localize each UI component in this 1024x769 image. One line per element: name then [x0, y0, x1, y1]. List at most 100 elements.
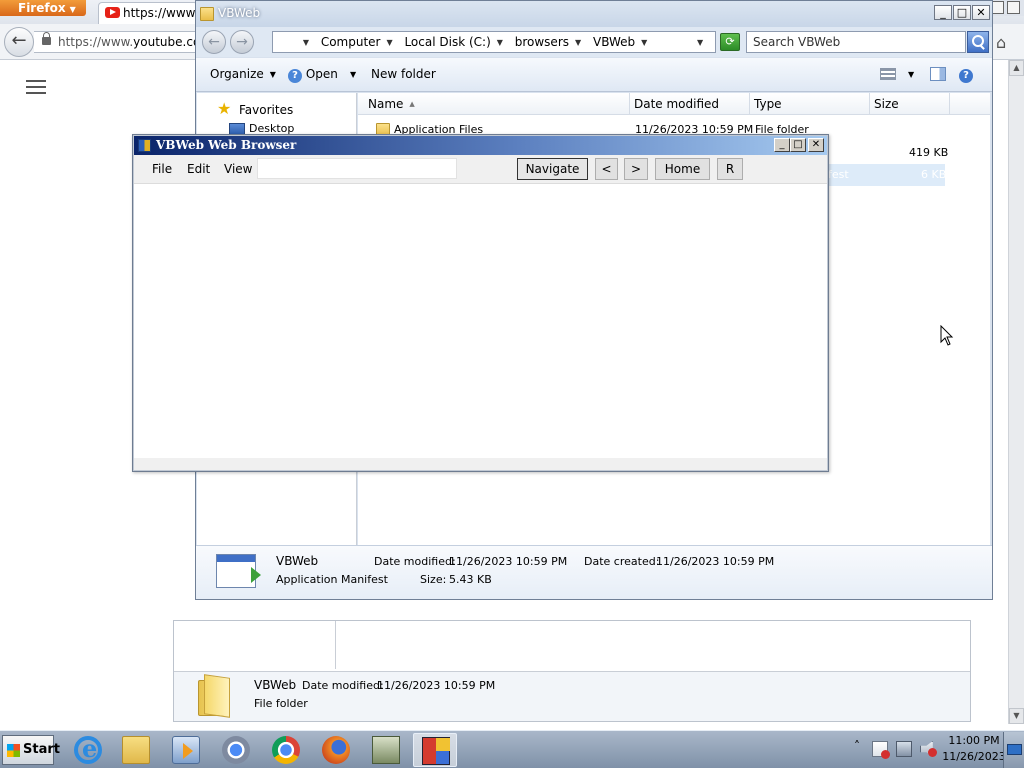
chevron-down-icon[interactable]: ▼	[641, 38, 647, 47]
views-icon[interactable]	[880, 68, 896, 80]
chevron-down-icon: ▼	[908, 70, 915, 79]
details-pane: VBWeb Date modified: 11/26/2023 10:59 PM…	[174, 671, 970, 721]
back-button[interactable]: <	[595, 158, 618, 180]
hamburger-menu-icon[interactable]	[26, 80, 46, 94]
command-bar: Organize ▼ ? Open ▼ New folder ▼ ?	[196, 58, 992, 92]
forward-button[interactable]: >	[624, 158, 648, 180]
chevron-up-icon[interactable]: ˄	[854, 739, 870, 755]
chevron-down-icon[interactable]: ▼	[497, 38, 503, 47]
column-header-size[interactable]: Size	[870, 93, 950, 115]
maximize-button[interactable]: □	[790, 138, 806, 152]
open-button[interactable]: ? Open	[288, 67, 338, 83]
close-button[interactable]: ✕	[972, 5, 990, 20]
chevron-down-icon: ▼	[350, 70, 357, 79]
firefox-icon	[322, 736, 350, 764]
new-folder-button[interactable]: New folder	[371, 67, 436, 81]
chevron-down-icon[interactable]: ▼	[575, 38, 581, 47]
taskbar-app-internet-explorer[interactable]	[66, 733, 110, 767]
folder-icon	[122, 736, 150, 764]
forward-button[interactable]: →	[230, 30, 254, 54]
details-name: VBWeb	[254, 678, 297, 692]
home-icon[interactable]: ⌂	[996, 33, 1006, 52]
back-button[interactable]: ←	[202, 30, 226, 54]
clock-date: 11/26/2023	[942, 750, 1006, 763]
minimize-button[interactable]: _	[774, 138, 790, 152]
menu-edit[interactable]: Edit	[187, 162, 210, 176]
breadcrumb-browsers[interactable]: browsers	[515, 35, 569, 49]
taskbar-app-windows-explorer[interactable]	[114, 733, 158, 767]
preview-pane-icon[interactable]	[930, 67, 946, 81]
vbweb-titlebar: VBWeb Web Browser _ □ ✕	[134, 136, 827, 155]
start-button[interactable]: Start	[2, 735, 60, 765]
taskbar-app-network-monitor[interactable]	[364, 733, 408, 767]
folder-icon	[198, 674, 232, 718]
firefox-menu-button[interactable]: Firefox ▼	[0, 0, 86, 16]
firefox-window-controls[interactable]	[990, 0, 1024, 16]
chevron-down-icon[interactable]: ▼	[303, 38, 309, 47]
search-input[interactable]: Search VBWeb	[746, 31, 966, 53]
show-desktop-button[interactable]	[1003, 732, 1024, 768]
chrome-icon	[272, 736, 300, 764]
chevron-down-icon[interactable]: ▼	[386, 38, 392, 47]
column-header-size-label: Size	[874, 97, 899, 111]
menu-view[interactable]: View	[224, 162, 252, 176]
back-button[interactable]: ←	[4, 27, 34, 57]
organize-button[interactable]: Organize ▼	[210, 67, 276, 81]
nav-item-favorites[interactable]: Favorites	[239, 103, 293, 117]
minimize-button[interactable]: _	[934, 5, 952, 20]
column-header-name[interactable]: Name ▲	[358, 93, 630, 115]
clock-time: 11:00 PM	[948, 734, 1000, 747]
new-folder-label: New folder	[371, 67, 436, 81]
maximize-button[interactable]: □	[953, 5, 971, 20]
breadcrumb-local-disk[interactable]: Local Disk (C:)	[404, 35, 490, 49]
taskbar-app-media-center[interactable]	[164, 733, 208, 767]
window-controls: _ □ ✕	[933, 5, 990, 21]
open-icon: ?	[288, 69, 302, 83]
close-button[interactable]: ✕	[808, 138, 824, 152]
breadcrumb-vbweb[interactable]: VBWeb	[593, 35, 635, 49]
browser-viewport[interactable]	[134, 183, 827, 458]
menu-file[interactable]: File	[152, 162, 172, 176]
open-dropdown-button[interactable]: ▼	[344, 67, 356, 81]
home-button[interactable]: Home	[655, 158, 710, 180]
url-bar[interactable]: https://www.youtube.com/r	[34, 31, 214, 53]
taskbar-app-chromium[interactable]	[214, 733, 258, 767]
volume-muted-icon[interactable]	[920, 741, 937, 757]
arrow-right-icon: →	[236, 34, 248, 50]
details-type: File folder	[254, 697, 308, 710]
refresh-button[interactable]: R	[717, 158, 743, 180]
firefox-menu-label: Firefox	[18, 1, 66, 15]
network-icon[interactable]	[896, 741, 912, 757]
page-scrollbar[interactable]: ▲ ▼	[1008, 60, 1024, 724]
mouse-cursor-icon	[940, 325, 954, 346]
media-player-icon	[172, 736, 200, 764]
taskbar-app-vbweb[interactable]	[413, 733, 457, 767]
search-icon[interactable]	[967, 31, 989, 53]
breadcrumb-computer[interactable]: Computer	[321, 35, 381, 49]
address-dropdown-icon[interactable]: ▼	[697, 38, 703, 47]
vbweb-window: VBWeb Web Browser _ □ ✕ File Edit View N…	[132, 134, 829, 472]
navigate-button[interactable]: Navigate	[517, 158, 588, 180]
taskbar-app-firefox[interactable]	[314, 733, 358, 767]
details-date-created-label: Date created:	[584, 555, 660, 568]
help-button[interactable]: ?	[959, 67, 973, 83]
url-input[interactable]	[257, 158, 457, 179]
scroll-down-icon[interactable]: ▼	[1009, 708, 1024, 724]
column-header-date[interactable]: Date modified	[630, 93, 750, 115]
breadcrumb[interactable]: ▼ Computer ▼ Local Disk (C:) ▼ browsers ▼ V…	[272, 31, 716, 53]
lock-icon	[42, 32, 51, 45]
action-center-icon[interactable]	[872, 741, 890, 759]
explorer-window-behind: VBWeb Date modified: 11/26/2023 10:59 PM…	[173, 620, 971, 722]
navigation-pane	[174, 621, 336, 669]
clock[interactable]: 11:00 PM 11/26/2023	[942, 733, 1006, 765]
views-dropdown-button[interactable]: ▼	[902, 67, 914, 81]
details-size-label: Size:	[420, 573, 447, 586]
taskbar-app-chrome[interactable]	[264, 733, 308, 767]
scroll-up-icon[interactable]: ▲	[1009, 60, 1024, 76]
firefox-tab-title: https://www.y	[123, 6, 198, 20]
firefox-tab[interactable]: https://www.y	[98, 2, 198, 24]
column-header-type[interactable]: Type	[750, 93, 870, 115]
url-scheme: https://www.	[58, 35, 134, 49]
refresh-icon[interactable]: ⟳	[720, 33, 740, 51]
arrow-left-icon: ←	[208, 34, 220, 50]
